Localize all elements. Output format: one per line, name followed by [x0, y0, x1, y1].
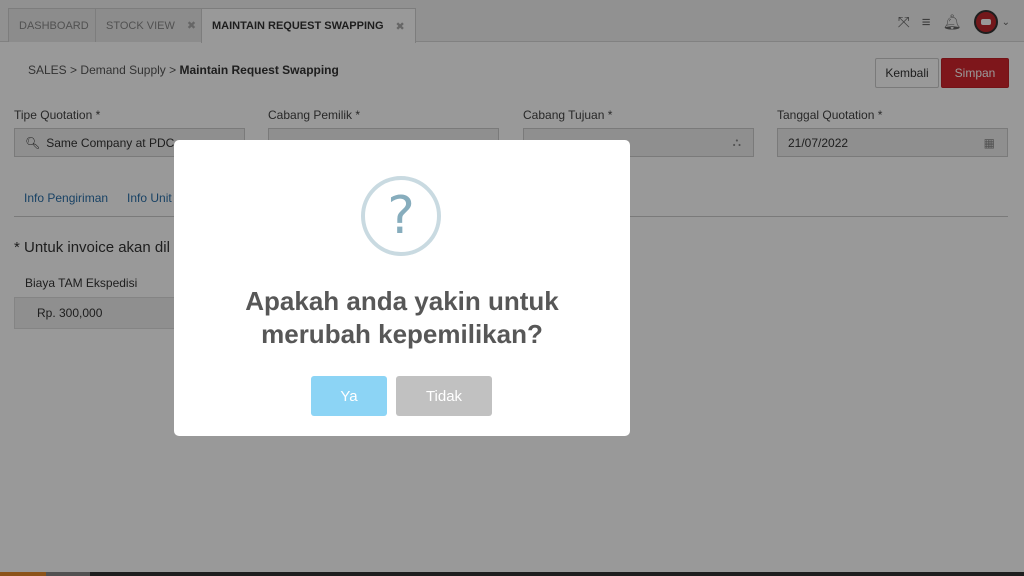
question-icon: ?	[361, 176, 441, 256]
confirm-dialog: ? Apakah anda yakin untuk merubah kepemi…	[174, 140, 630, 436]
confirm-button[interactable]: Ya	[311, 376, 387, 416]
cancel-button[interactable]: Tidak	[396, 376, 492, 416]
dialog-title: Apakah anda yakin untuk merubah kepemili…	[245, 286, 559, 349]
